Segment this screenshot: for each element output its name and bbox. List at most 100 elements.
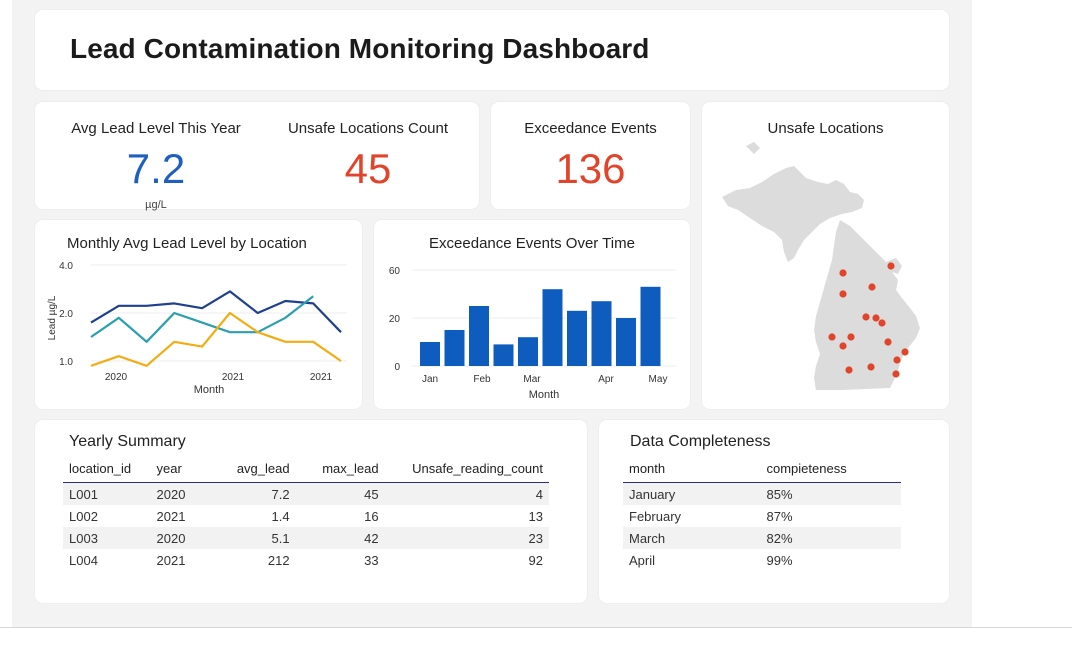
yearly-cell: 92 — [528, 552, 543, 568]
lower-peninsula — [814, 220, 920, 390]
kpi-card-exceedance: Exceedance Events 136 — [491, 102, 690, 209]
yearly-cell: 16 — [364, 508, 379, 524]
yearly-row: L004 2021 212 33 92 — [63, 549, 549, 571]
completeness-cell: January — [623, 482, 761, 505]
line-x-tick-label: 2021 — [310, 372, 333, 383]
bar-6 — [542, 289, 563, 366]
kpi-card-lead: Avg Lead Level This Year 7.2 µg/L Unsafe… — [35, 102, 479, 211]
kpi-avg-lead-unit: µg/L — [145, 199, 167, 211]
bar-4 — [493, 344, 514, 366]
bar-chart-card: Exceedance Events Over Time 60 20 0 Jan Feb M… — [374, 220, 690, 409]
kpi-unsafe-label: Unsafe Locations Count — [287, 120, 449, 137]
unsafe-location-marker — [862, 313, 870, 321]
unsafe-location-marker — [828, 333, 836, 341]
title-card: Lead Contamination Monitoring Dashboard — [35, 10, 949, 90]
yearly-cell: 2021 — [156, 552, 186, 568]
isle-royale — [746, 142, 760, 154]
line-y-tick-label: 2.0 — [59, 309, 73, 320]
yearly-cell: 23 — [384, 527, 549, 549]
unsafe-location-marker — [845, 366, 853, 374]
unsafe-location-marker — [884, 338, 892, 346]
kpi-avg-lead-label: Avg Lead Level This Year — [71, 120, 241, 137]
yearly-cell: 1.4 — [271, 508, 290, 524]
line-y-tick-label: 4.0 — [59, 261, 73, 272]
map-card: Unsafe Locations — [702, 102, 949, 409]
bar-3 — [469, 306, 489, 366]
completeness-row: January 85% — [623, 482, 901, 505]
yearly-summary-table: location_id year avg_lead max_lead Unsafe_re… — [63, 455, 549, 571]
bar-10 — [640, 286, 661, 366]
yearly-cell: 2020 — [150, 527, 209, 549]
yearly-cell: 33 — [364, 552, 379, 568]
yearly-cell: 2020 — [150, 482, 209, 505]
completeness-row: March 82% — [623, 527, 901, 549]
yearly-row: L003 2020 5.1 42 23 — [63, 527, 549, 549]
yearly-row: L001 2020 7.2 45 4 — [63, 482, 549, 505]
yearly-cell: 42 — [295, 527, 385, 549]
kpi-exceedance-label: Exceedance Events — [524, 120, 657, 137]
yearly-cell: 45 — [295, 482, 385, 505]
unsafe-location-marker — [893, 356, 901, 364]
bar-9 — [616, 318, 636, 366]
unsafe-locations-map — [722, 142, 920, 390]
bar-x-tick-label: Apr — [598, 374, 614, 385]
yearly-cell: L003 — [63, 527, 151, 549]
completeness-table: month compieteness January 85% February 87% Ma… — [623, 455, 901, 571]
bar-1 — [420, 342, 440, 366]
yearly-summary-title: Yearly Summary — [69, 433, 186, 450]
yearly-cell: 13 — [528, 508, 543, 524]
yearly-cell: L001 — [63, 482, 151, 505]
line-chart: 4.02.01.0Lead µg/L2020 2021 2021Month — [47, 261, 347, 396]
completeness-cell: 85% — [760, 482, 901, 505]
bar-7 — [567, 310, 587, 366]
bar-chart: 60 20 0 Jan Feb Mar Apr May Month — [389, 266, 676, 401]
completeness-cell: February — [629, 508, 682, 524]
line-series-3 — [90, 311, 342, 367]
completeness-row: April 99% — [623, 549, 901, 571]
bar-y-tick-label: 0 — [394, 362, 400, 373]
page-title: Lead Contamination Monitoring Dashboard — [70, 33, 650, 64]
unsafe-location-marker — [868, 283, 876, 291]
completeness-row: February 87% — [623, 505, 901, 527]
completeness-title: Data Completeness — [630, 433, 771, 450]
completeness-card: Data Completeness month compieteness Janua… — [599, 420, 949, 603]
yearly-column-header: location_id — [63, 455, 151, 483]
yearly-cell: 2021 — [156, 508, 186, 524]
unsafe-location-marker — [892, 370, 900, 378]
kpi-exceedance-value: 136 — [555, 145, 626, 192]
yearly-cell: 7.2 — [208, 482, 296, 505]
yearly-column-header: year — [150, 455, 209, 483]
bar-x-tick-label: Mar — [523, 374, 541, 385]
yearly-column-header: max_lead — [295, 455, 385, 483]
unsafe-location-marker — [901, 348, 909, 356]
kpi-unsafe-value: 45 — [344, 145, 392, 192]
yearly-cell: 212 — [267, 552, 290, 568]
line-y-axis-label: Lead µg/L — [47, 295, 58, 340]
bar-8 — [591, 301, 612, 366]
completeness-column-header: month — [623, 455, 761, 483]
bar-y-tick-label: 20 — [389, 314, 401, 325]
unsafe-location-marker — [847, 333, 855, 341]
completeness-header-row: month compieteness — [623, 455, 901, 483]
yearly-cell: L004 — [69, 552, 98, 568]
divider — [0, 627, 1072, 628]
yearly-cell: 5.1 — [208, 527, 296, 549]
yearly-cell: L002 — [69, 508, 98, 524]
line-x-axis-label: Month — [194, 384, 225, 396]
yearly-cell: 4 — [384, 482, 549, 505]
bar-x-tick-label: Feb — [473, 374, 491, 385]
bar-x-tick-label: Jan — [422, 374, 438, 385]
kpi-avg-lead-value: 7.2 — [126, 145, 186, 192]
unsafe-location-marker — [839, 290, 847, 298]
unsafe-location-marker — [872, 314, 880, 322]
line-x-tick-label: 2021 — [222, 372, 245, 383]
yearly-header-row: location_id year avg_lead max_lead Unsafe_re… — [63, 455, 549, 483]
line-chart-card: Monthly Avg Lead Level by Location 4.0 2.… — [35, 220, 362, 409]
completeness-cell: 99% — [766, 552, 793, 568]
unsafe-location-marker — [878, 319, 886, 327]
yearly-column-header: Unsafe_reading_count — [384, 455, 549, 483]
line-y-tick-label: 1.0 — [59, 357, 73, 368]
completeness-cell: 87% — [766, 508, 793, 524]
bar-x-axis-label: Month — [529, 389, 560, 401]
unsafe-location-marker — [839, 269, 847, 277]
